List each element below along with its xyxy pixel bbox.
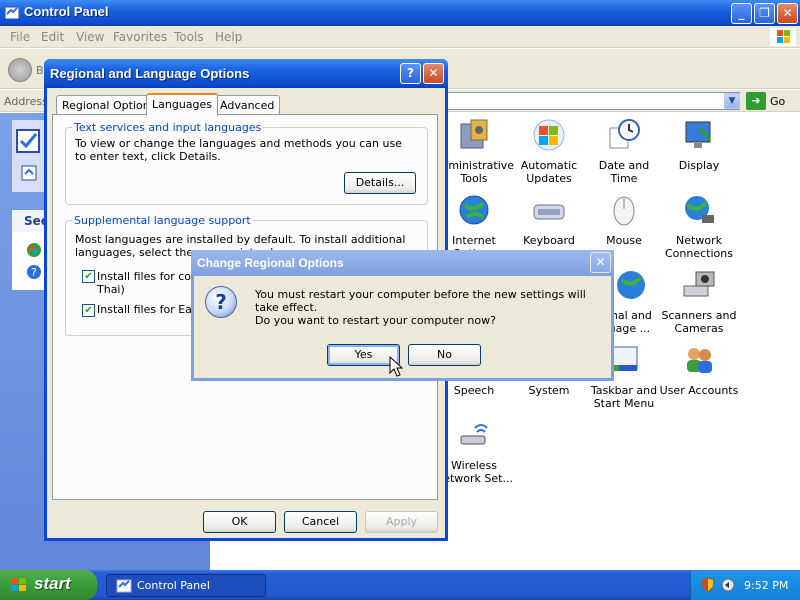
- mouse-pointer-icon: [389, 356, 403, 377]
- address-label: Address: [4, 95, 48, 108]
- keyboard-icon: [533, 204, 565, 220]
- cp-item-label: Automatic Updates: [520, 159, 578, 185]
- cp-item-date-and-time[interactable]: Date and Time: [584, 118, 664, 185]
- windows-flag-icon: [533, 119, 565, 151]
- cp-item-label: Scanners and Cameras: [661, 309, 737, 335]
- windows-flag-icon: [11, 578, 26, 591]
- control-panel-titlebar: Control Panel _ ❐ ✕: [0, 0, 800, 26]
- menu-edit[interactable]: Edit: [41, 30, 64, 44]
- menu-favorites[interactable]: Favorites: [113, 30, 167, 44]
- regional-close-button[interactable]: ✕: [423, 63, 444, 84]
- windows-update-icon[interactable]: [26, 242, 42, 258]
- cp-item-display[interactable]: Display: [659, 118, 739, 172]
- minimize-button[interactable]: _: [731, 3, 752, 24]
- cp-item-label: Mouse: [606, 234, 642, 247]
- clock-icon: [609, 119, 640, 149]
- cp-item-user-accounts[interactable]: User Accounts: [659, 343, 739, 397]
- regional-dialog-title: Regional and Language Options: [50, 66, 250, 81]
- menu-view[interactable]: View: [76, 30, 104, 44]
- supplemental-group-title: Supplemental language support: [72, 214, 253, 227]
- cp-item-label: Network Connections: [665, 234, 733, 260]
- address-dropdown-icon[interactable]: ▼: [724, 93, 740, 109]
- cp-item-label: Date and Time: [598, 159, 650, 185]
- mouse-icon: [613, 196, 635, 226]
- back-button-label[interactable]: B: [36, 64, 44, 77]
- globe-icon: [617, 271, 645, 299]
- menu-tools[interactable]: Tools: [174, 30, 204, 44]
- control-panel-icon: [116, 579, 132, 593]
- taskbar-control-panel-button[interactable]: Control Panel: [106, 574, 266, 597]
- control-panel-check-icon: [16, 129, 40, 153]
- go-arrow-icon[interactable]: ➜: [746, 92, 766, 110]
- cp-item-scanners-and-cameras[interactable]: Scanners and Cameras: [659, 268, 739, 335]
- ok-button[interactable]: OK: [203, 511, 276, 533]
- task-pane-box: [12, 120, 46, 192]
- install-complex-script-checkbox[interactable]: ✔: [82, 270, 95, 283]
- cp-item-label: Keyboard: [523, 234, 575, 247]
- install-complex-script-label-2: Thai): [97, 283, 125, 296]
- switch-view-icon[interactable]: [20, 164, 40, 184]
- control-panel-icon: [4, 6, 20, 20]
- restart-message: You must restart your computer before th…: [255, 288, 586, 314]
- tab-advanced[interactable]: Advanced: [214, 95, 281, 115]
- windows-logo-icon: [770, 28, 796, 46]
- help-icon[interactable]: ?: [26, 264, 42, 280]
- menu-help[interactable]: Help: [215, 30, 242, 44]
- security-shield-icon[interactable]: [701, 577, 715, 593]
- details-button[interactable]: Details...: [344, 172, 416, 194]
- no-button[interactable]: No: [408, 344, 481, 366]
- cp-item-keyboard[interactable]: Keyboard: [509, 193, 589, 247]
- change-dialog-close-button[interactable]: ✕: [590, 252, 611, 273]
- network-icon: [685, 196, 714, 223]
- restore-button[interactable]: ❐: [754, 3, 775, 24]
- text-services-description: To view or change the languages and meth…: [75, 137, 402, 163]
- svg-text:?: ?: [31, 266, 37, 279]
- change-dialog-titlebar: Change Regional Options: [191, 250, 614, 276]
- close-button[interactable]: ✕: [777, 3, 798, 24]
- go-button-label[interactable]: Go: [770, 95, 785, 108]
- cp-item-network-connections[interactable]: Network Connections: [659, 193, 739, 260]
- apply-button[interactable]: Apply: [365, 511, 438, 533]
- restart-question: Do you want to restart your computer now…: [255, 314, 496, 327]
- menu-file[interactable]: File: [10, 30, 30, 44]
- cancel-button[interactable]: Cancel: [284, 511, 357, 533]
- cp-item-mouse[interactable]: Mouse: [584, 193, 664, 247]
- text-services-group-title: Text services and input languages: [72, 121, 264, 134]
- taskbar-button-label: Control Panel: [137, 579, 210, 592]
- admin-tools-icon: [460, 119, 488, 149]
- start-label: start: [34, 574, 71, 593]
- regional-dialog-titlebar: Regional and Language Options ? ✕: [44, 59, 448, 88]
- users-icon: [687, 348, 712, 373]
- cp-item-label: Display: [678, 159, 720, 172]
- cp-item-label: Taskbar and Start Menu: [590, 384, 658, 410]
- cp-item-label: System: [528, 384, 570, 397]
- help-button[interactable]: ?: [400, 63, 421, 84]
- scanner-icon: [683, 271, 715, 297]
- wireless-icon: [460, 424, 488, 445]
- question-icon: ?: [205, 286, 237, 318]
- back-button-icon[interactable]: [8, 58, 32, 82]
- control-panel-title: Control Panel: [24, 4, 109, 19]
- change-dialog-title: Change Regional Options: [197, 256, 344, 270]
- display-icon: [685, 121, 712, 148]
- install-east-asian-checkbox[interactable]: ✔: [82, 304, 95, 317]
- volume-icon[interactable]: [720, 577, 736, 593]
- tab-languages[interactable]: Languages: [146, 93, 219, 116]
- clock: 9:52 PM: [744, 579, 789, 592]
- see-also-header: See: [12, 210, 49, 232]
- cp-item-label: User Accounts: [659, 384, 739, 397]
- cp-item-automatic-updates[interactable]: Automatic Updates: [509, 118, 589, 185]
- address-input[interactable]: [446, 92, 740, 110]
- globe-icon: [459, 195, 489, 225]
- menu-bar: File Edit View Favorites Tools Help: [0, 26, 800, 48]
